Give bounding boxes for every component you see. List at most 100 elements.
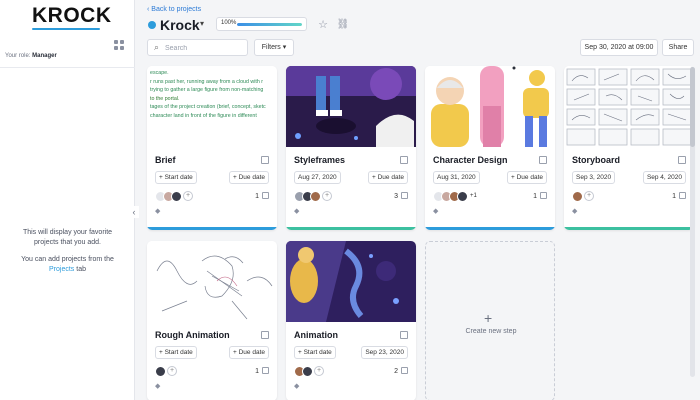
avatar	[171, 190, 182, 202]
task-count: 1	[672, 192, 686, 200]
favorites-hint-suffix: tab	[76, 266, 86, 273]
more-assignees-count[interactable]: +1	[470, 193, 477, 199]
card-title: Animation	[294, 330, 338, 340]
assignee-avatars[interactable]: +	[294, 365, 324, 377]
start-date-button[interactable]: Aug 31, 2020	[433, 171, 480, 184]
due-date-button[interactable]: + Due date	[368, 171, 408, 184]
rough-animation-thumbnail	[147, 241, 277, 322]
favorite-star-icon[interactable]: ☆	[316, 18, 330, 32]
task-count: 1	[533, 192, 547, 200]
add-assignee-icon[interactable]: +	[584, 191, 594, 201]
filters-label: Filters	[261, 44, 281, 51]
role-value: Manager	[32, 53, 57, 59]
task-count: 1	[255, 367, 269, 375]
due-date-button[interactable]: + Due date	[229, 346, 269, 359]
logo-underline	[32, 28, 100, 30]
tag-icon[interactable]: ◆	[433, 207, 438, 215]
projects-tab-link[interactable]: Projects	[49, 266, 74, 273]
back-label: Back to projects	[151, 6, 202, 13]
animation-thumbnail	[286, 241, 416, 322]
collapse-sidebar-icon[interactable]: ‹	[129, 206, 139, 218]
favorites-hint: You can add projects from the Projects t…	[10, 255, 125, 275]
task-count: 2	[394, 367, 408, 375]
add-assignee-icon[interactable]: +	[314, 366, 324, 376]
avatar	[457, 190, 468, 202]
assignee-avatars[interactable]: +	[572, 190, 594, 202]
filters-button[interactable]: Filters ▾	[254, 39, 294, 56]
assignee-avatars[interactable]: +	[155, 365, 177, 377]
role-label: Your role:	[5, 53, 31, 59]
card-status-bar	[147, 227, 277, 230]
character-design-thumbnail	[425, 66, 555, 147]
card-title: Character Design	[433, 155, 508, 165]
card-image-icon[interactable]	[400, 331, 408, 339]
copy-link-icon[interactable]: ⛓	[336, 18, 350, 32]
step-card[interactable]: Storyboard Sep 3, 2020 Sep 4, 2020 + 1 ◆	[564, 66, 694, 230]
card-title: Rough Animation	[155, 330, 230, 340]
create-new-step-label: Create new step	[465, 328, 517, 335]
create-new-step-button[interactable]: + Create new step	[425, 241, 555, 400]
avatar	[302, 365, 313, 377]
add-assignee-icon[interactable]: +	[183, 191, 193, 201]
scrollbar-thumb[interactable]	[690, 67, 695, 147]
card-image-icon[interactable]	[678, 156, 686, 164]
start-date-button[interactable]: + Start date	[294, 346, 336, 359]
assignee-avatars[interactable]: +	[294, 190, 332, 202]
card-status-bar	[286, 227, 416, 230]
project-progress: 100%	[216, 17, 307, 31]
start-date-button[interactable]: Aug 27, 2020	[294, 171, 341, 184]
avatar	[310, 190, 321, 202]
search-input[interactable]	[165, 42, 245, 54]
tag-icon[interactable]: ◆	[572, 207, 577, 215]
project-title: Krock	[160, 17, 200, 33]
grid-view-icon[interactable]	[114, 40, 124, 50]
back-to-projects-link[interactable]: ‹ Back to projects	[147, 6, 201, 13]
task-count: 1	[255, 192, 269, 200]
assignee-avatars[interactable]: +	[155, 190, 193, 202]
tag-icon[interactable]: ◆	[155, 207, 160, 215]
step-card[interactable]: Character Design Aug 31, 2020 + Due date…	[425, 66, 555, 230]
card-title: Storyboard	[572, 155, 621, 165]
avatar	[572, 190, 583, 202]
add-assignee-icon[interactable]: +	[167, 366, 177, 376]
start-date-button[interactable]: + Start date	[155, 346, 197, 359]
start-date-button[interactable]: + Start date	[155, 171, 197, 184]
card-status-bar	[425, 227, 555, 230]
krock-logo[interactable]: KROCK	[32, 4, 112, 28]
assignee-avatars[interactable]: +1	[433, 190, 477, 202]
step-card[interactable]: Styleframes Aug 27, 2020 + Due date + 3 …	[286, 66, 416, 230]
scrollbar[interactable]	[690, 67, 695, 377]
start-date-button[interactable]: Sep 3, 2020	[572, 171, 616, 184]
favorites-empty-text: This will display your favorite projects…	[22, 229, 113, 246]
due-date-button[interactable]: Sep 4, 2020	[642, 171, 686, 184]
tag-icon[interactable]: ◆	[155, 382, 160, 390]
card-title: Brief	[155, 155, 176, 165]
add-assignee-icon[interactable]: +	[322, 191, 332, 201]
card-image-icon[interactable]	[261, 331, 269, 339]
plus-icon: +	[484, 310, 493, 326]
brief-thumbnail: escape. r runs past her, running away fr…	[147, 66, 277, 147]
card-title: Styleframes	[294, 155, 346, 165]
project-color-dot	[148, 21, 156, 29]
search-box[interactable]: ⌕	[147, 39, 248, 56]
card-image-icon[interactable]	[261, 156, 269, 164]
app-root: KROCK Your role: Manager This will displ…	[0, 0, 700, 400]
avatar	[155, 365, 166, 377]
task-count: 3	[394, 192, 408, 200]
tag-icon[interactable]: ◆	[294, 382, 299, 390]
favorites-hint-prefix: You can add projects from the	[21, 256, 114, 263]
step-card[interactable]: Rough Animation + Start date + Due date …	[147, 241, 277, 400]
due-date-button[interactable]: + Due date	[507, 171, 547, 184]
sidebar-divider	[0, 67, 135, 68]
project-dropdown-icon[interactable]: ▾	[200, 19, 204, 28]
step-card[interactable]: Animation + Start date Sep 23, 2020 + 2 …	[286, 241, 416, 400]
due-date-button[interactable]: + Due date	[229, 171, 269, 184]
date-button[interactable]: Sep 30, 2020 at 09:00	[580, 39, 658, 56]
due-date-button[interactable]: Sep 23, 2020	[361, 346, 408, 359]
card-image-icon[interactable]	[539, 156, 547, 164]
share-button[interactable]: Share	[662, 39, 694, 56]
tag-icon[interactable]: ◆	[294, 207, 299, 215]
storyboard-thumbnail	[564, 66, 694, 147]
step-card[interactable]: escape. r runs past her, running away fr…	[147, 66, 277, 230]
card-image-icon[interactable]	[400, 156, 408, 164]
